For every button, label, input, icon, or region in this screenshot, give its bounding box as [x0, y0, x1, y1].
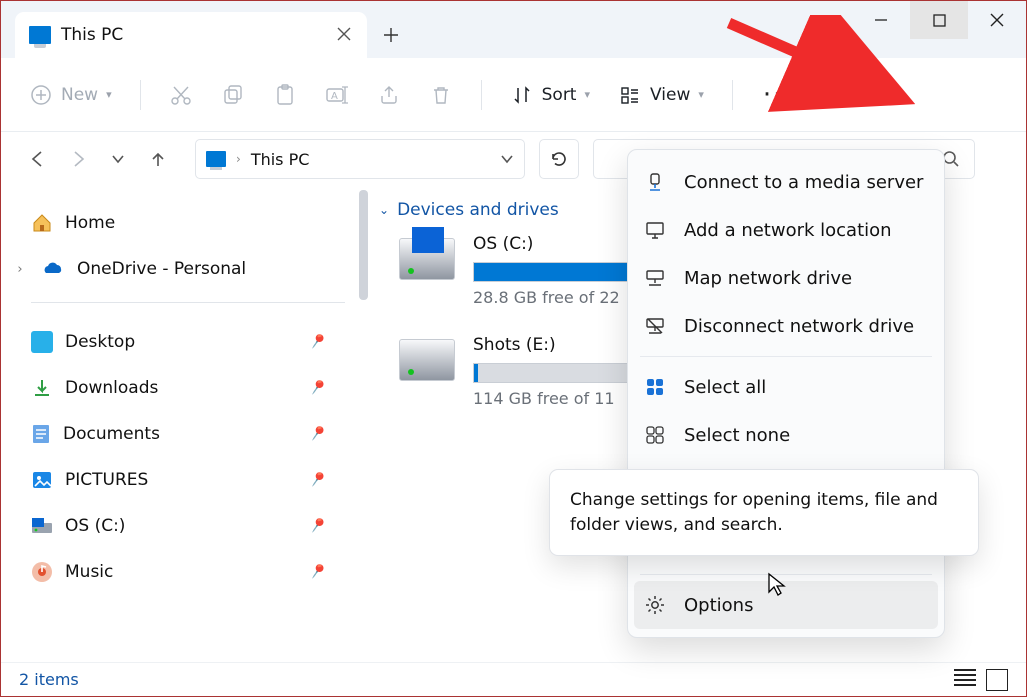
address-bar[interactable]: › This PC: [195, 139, 525, 179]
tab-title: This PC: [61, 25, 123, 45]
plus-circle-icon: [29, 83, 53, 107]
clipboard-icon: [273, 83, 297, 107]
paste-button[interactable]: [263, 77, 307, 113]
see-more-button[interactable]: ···: [751, 89, 806, 101]
sidebar-item-pictures[interactable]: PICTURES 📍: [31, 457, 345, 503]
chevron-down-icon: ▾: [106, 88, 112, 101]
details-view-button[interactable]: [954, 669, 976, 687]
disconnect-drive-icon: [644, 315, 666, 337]
music-icon: [31, 561, 53, 583]
scrollbar-thumb[interactable]: [359, 190, 368, 300]
maximize-button[interactable]: [910, 1, 968, 39]
refresh-button[interactable]: [539, 139, 579, 179]
item-count: 2 items: [19, 670, 79, 689]
sidebar-item-music[interactable]: Music 📍: [31, 549, 345, 595]
new-button[interactable]: New ▾: [19, 77, 122, 113]
chevron-down-icon: ▾: [584, 88, 590, 101]
window-controls: [852, 1, 1026, 39]
menu-item-options[interactable]: Options: [634, 581, 938, 629]
delete-button[interactable]: [419, 77, 463, 113]
view-button[interactable]: View ▾: [608, 77, 714, 113]
sort-button[interactable]: Sort ▾: [500, 77, 600, 113]
drive-icon: [31, 517, 53, 535]
chevron-down-icon: ▾: [698, 88, 704, 101]
back-button[interactable]: [21, 142, 55, 176]
title-bar: This PC: [1, 1, 1026, 58]
network-drive-icon: [644, 267, 666, 289]
scissors-icon: [169, 83, 193, 107]
menu-item-map-network-drive[interactable]: Map network drive: [628, 254, 944, 302]
svg-text:A: A: [331, 91, 338, 102]
rename-icon: A: [325, 83, 349, 107]
menu-item-add-network-location[interactable]: Add a network location: [628, 206, 944, 254]
pin-icon: 📍: [305, 467, 331, 492]
monitor-icon: [644, 219, 666, 241]
downloads-icon: [31, 377, 53, 399]
select-none-icon: [644, 424, 666, 446]
sidebar-item-onedrive[interactable]: › OneDrive - Personal: [31, 246, 345, 292]
documents-icon: [31, 423, 51, 445]
breadcrumb-location[interactable]: This PC: [251, 150, 310, 169]
menu-item-select-all[interactable]: Select all: [628, 363, 944, 411]
status-bar: 2 items: [1, 662, 1026, 696]
large-icons-view-button[interactable]: [986, 669, 1008, 691]
monitor-icon: [29, 26, 51, 44]
forward-button[interactable]: [61, 142, 95, 176]
options-tooltip: Change settings for opening items, file …: [549, 469, 979, 556]
pin-icon: 📍: [305, 375, 331, 400]
view-mode-buttons: [954, 669, 1008, 691]
gear-icon: [644, 594, 666, 616]
cut-button[interactable]: [159, 77, 203, 113]
chevron-right-icon: ›: [236, 152, 241, 166]
pin-icon: 📍: [305, 513, 331, 538]
close-window-button[interactable]: [968, 1, 1026, 39]
drive-icon: [399, 238, 455, 280]
copy-icon: [221, 83, 245, 107]
sort-icon: [510, 83, 534, 107]
recent-dropdown[interactable]: [101, 142, 135, 176]
up-button[interactable]: [141, 142, 175, 176]
tab-this-pc[interactable]: This PC: [15, 12, 367, 58]
sidebar-item-os-drive[interactable]: OS (C:) 📍: [31, 503, 345, 549]
chevron-down-icon[interactable]: [500, 154, 514, 164]
share-button[interactable]: [367, 77, 411, 113]
navigation-sidebar: Home › OneDrive - Personal Desktop 📍 Dow…: [1, 186, 355, 662]
sidebar-item-desktop[interactable]: Desktop 📍: [31, 319, 345, 365]
sidebar-item-documents[interactable]: Documents 📍: [31, 411, 345, 457]
media-server-icon: [644, 171, 666, 193]
share-icon: [377, 83, 401, 107]
copy-button[interactable]: [211, 77, 255, 113]
pin-icon: 📍: [305, 329, 331, 354]
home-icon: [31, 212, 53, 234]
pin-icon: 📍: [305, 421, 331, 446]
command-toolbar: New ▾ A Sort ▾ View ▾ ···: [1, 58, 1026, 132]
drive-icon: [399, 339, 455, 381]
tab-close-button[interactable]: [337, 27, 353, 43]
chevron-down-icon: ⌄: [379, 203, 389, 217]
select-all-icon: [644, 376, 666, 398]
sidebar-item-downloads[interactable]: Downloads 📍: [31, 365, 345, 411]
new-tab-button[interactable]: [367, 12, 415, 58]
desktop-icon: [31, 331, 53, 353]
monitor-icon: [206, 151, 226, 167]
minimize-button[interactable]: [852, 1, 910, 39]
sidebar-item-home[interactable]: Home: [31, 200, 345, 246]
view-icon: [618, 83, 642, 107]
pictures-icon: [31, 469, 53, 491]
pin-icon: 📍: [305, 559, 331, 584]
see-more-menu: Connect to a media server Add a network …: [627, 149, 945, 638]
chevron-right-icon[interactable]: ›: [11, 262, 29, 277]
menu-item-select-none[interactable]: Select none: [628, 411, 944, 459]
menu-item-connect-media-server[interactable]: Connect to a media server: [628, 158, 944, 206]
menu-item-disconnect-network-drive[interactable]: Disconnect network drive: [628, 302, 944, 350]
onedrive-icon: [41, 260, 65, 278]
rename-button[interactable]: A: [315, 77, 359, 113]
trash-icon: [429, 83, 453, 107]
